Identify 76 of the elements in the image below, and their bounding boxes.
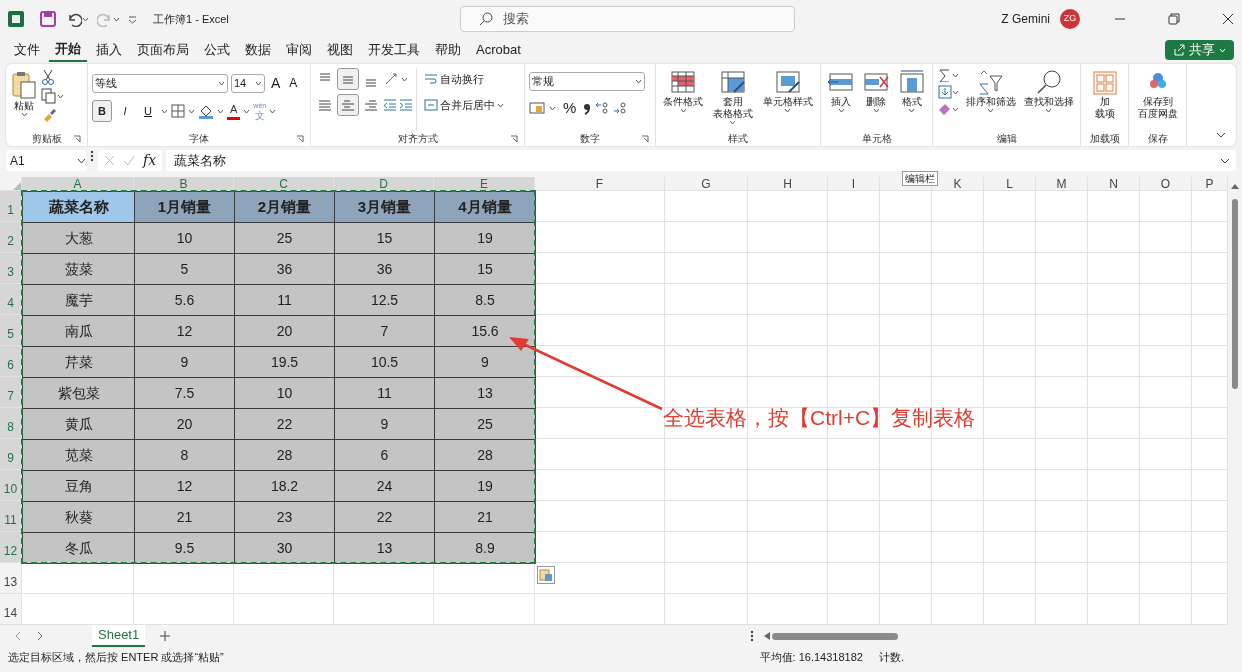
table-cell: 22 <box>234 408 335 440</box>
table-cell: 菠菜 <box>22 253 135 285</box>
table-cell: 苋菜 <box>22 439 135 471</box>
table-cell: 7.5 <box>134 377 235 409</box>
table-cell: 9 <box>334 408 435 440</box>
user-name: Z Gemini <box>1001 11 1050 28</box>
table-cell: 黄瓜 <box>22 408 135 440</box>
table-cell: 南瓜 <box>22 315 135 347</box>
table-cell: 8.5 <box>434 284 536 316</box>
group-label: 数字 <box>580 133 600 144</box>
table-cell: 11 <box>234 284 335 316</box>
table-cell: 7 <box>334 315 435 347</box>
table-cell: 5 <box>134 253 235 285</box>
table-cell: 豆角 <box>22 470 135 502</box>
table-cell: 19.5 <box>234 346 335 378</box>
table-cell: 大葱 <box>22 222 135 254</box>
table-cell: 12 <box>134 470 235 502</box>
table-cell: 20 <box>134 408 235 440</box>
group-label: 编辑 <box>996 133 1017 144</box>
table-cell: 25 <box>434 408 536 440</box>
table-cell: 13 <box>334 532 435 564</box>
table-cell: 21 <box>134 501 235 533</box>
table-cell: 紫包菜 <box>22 377 135 409</box>
table-cell: 秋葵 <box>22 501 135 533</box>
table-cell: 20 <box>234 315 335 347</box>
group-label: 加载项 <box>1089 133 1120 144</box>
group-label: 保存 <box>1147 133 1168 144</box>
annotation-text: 全选表格，按【Ctrl+C】复制表格 <box>663 405 976 431</box>
status-average: 平均值: 16.14318182 <box>759 649 863 665</box>
table-cell: 15 <box>334 222 435 254</box>
table-cell: 11 <box>334 377 435 409</box>
editbar-tooltip: 编辑栏 <box>902 171 938 186</box>
table-cell: 36 <box>334 253 435 285</box>
table-cell: 6 <box>334 439 435 471</box>
table-cell: 22 <box>334 501 435 533</box>
column-heading-cell: 1月销量 <box>134 191 235 223</box>
table-cell: 28 <box>234 439 335 471</box>
table-cell: 8 <box>134 439 235 471</box>
table-cell: 9 <box>134 346 235 378</box>
group-label: 剪贴板 <box>31 133 62 144</box>
status-message: 选定目标区域，然后按 ENTER 或选择“粘贴” <box>8 649 224 665</box>
table-cell: 19 <box>434 222 536 254</box>
table-cell: 18.2 <box>234 470 335 502</box>
window-title: 工作簿1 - Excel <box>153 11 229 27</box>
table-cell: 冬瓜 <box>22 532 135 564</box>
group-label: 样式 <box>728 133 748 144</box>
table-cell: 9.5 <box>134 532 235 564</box>
table-cell: 25 <box>234 222 335 254</box>
table-cell: 10.5 <box>334 346 435 378</box>
table-cell: 15 <box>434 253 536 285</box>
column-heading-cell: 2月销量 <box>234 191 335 223</box>
table-cell: 19 <box>434 470 536 502</box>
table-cell: 28 <box>434 439 536 471</box>
group-label: 单元格 <box>861 133 892 144</box>
table-cell: 9 <box>434 346 536 378</box>
table-cell: 36 <box>234 253 335 285</box>
table-cell: 12 <box>134 315 235 347</box>
table-cell: 10 <box>134 222 235 254</box>
table-cell: 24 <box>334 470 435 502</box>
table-cell: 8.9 <box>434 532 536 564</box>
column-heading-cell: 4月销量 <box>434 191 536 223</box>
table-cell: 13 <box>434 377 536 409</box>
status-count: 计数. <box>878 649 904 665</box>
table-cell: 芹菜 <box>22 346 135 378</box>
table-cell: 10 <box>234 377 335 409</box>
table-cell: 23 <box>234 501 335 533</box>
table-cell: 21 <box>434 501 536 533</box>
group-label: 对齐方式 <box>397 133 438 144</box>
group-label: 字体 <box>189 133 209 144</box>
table-cell: 魔芋 <box>22 284 135 316</box>
table-cell: 5.6 <box>134 284 235 316</box>
column-heading-cell: 蔬菜名称 <box>22 191 135 223</box>
column-heading-cell: 3月销量 <box>334 191 435 223</box>
table-cell: 15.6 <box>434 315 536 347</box>
table-cell: 30 <box>234 532 335 564</box>
table-cell: 12.5 <box>334 284 435 316</box>
